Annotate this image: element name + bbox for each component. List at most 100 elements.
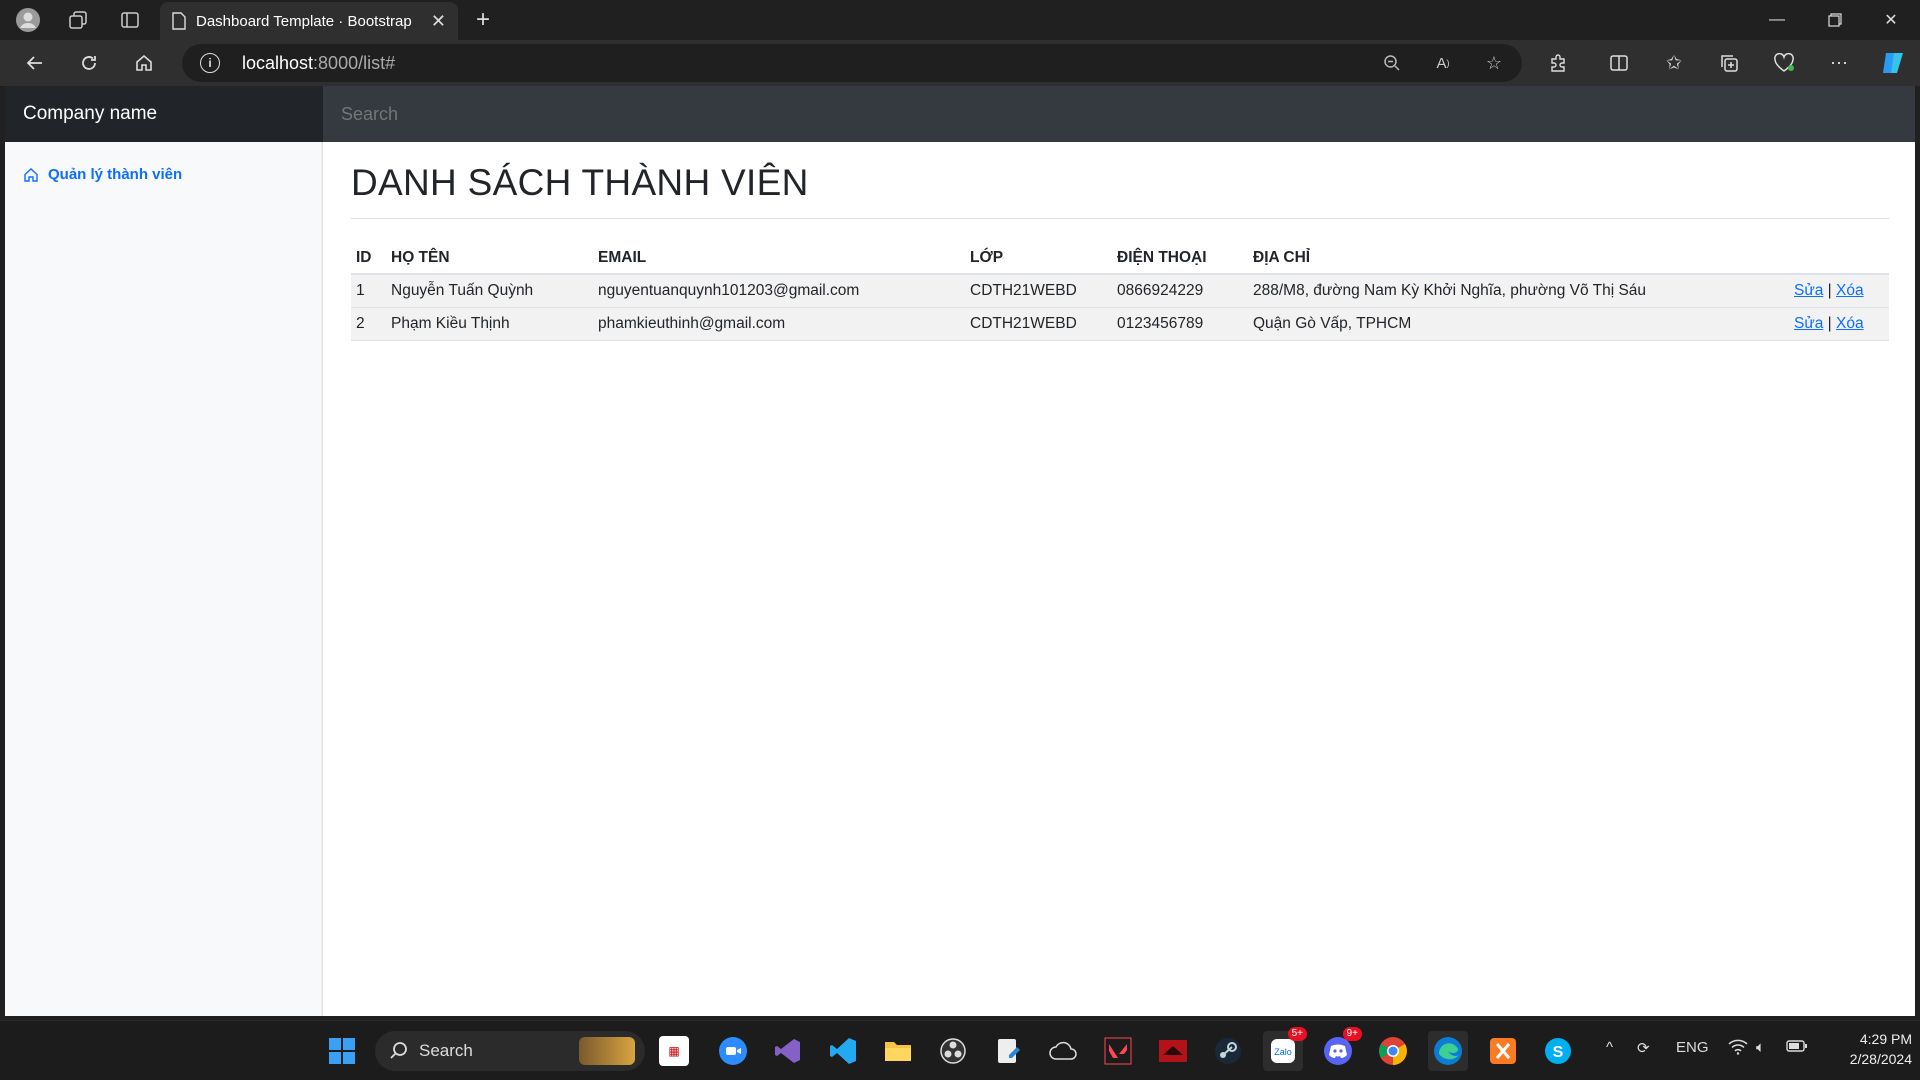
favorites-icon[interactable]: ✩ (1657, 48, 1691, 78)
vertical-tabs-icon[interactable] (112, 6, 148, 34)
more-options-icon[interactable]: ⋯ (1822, 48, 1856, 78)
favorite-star-icon[interactable]: ☆ (1479, 48, 1509, 78)
cell-name: Phạm Kiều Thịnh (386, 307, 593, 341)
home-icon[interactable] (127, 48, 161, 78)
minimize-button[interactable]: — (1748, 0, 1806, 40)
cell-id: 2 (351, 307, 386, 341)
delete-link[interactable]: Xóa (1836, 282, 1864, 299)
taskbar-search[interactable]: Search (375, 1031, 645, 1071)
windows-start-icon[interactable] (322, 1031, 362, 1071)
sidebar-item-label: Quản lý thành viên (48, 166, 183, 183)
cell-actions: Sửa | Xóa (1789, 307, 1889, 341)
cloud-app-icon[interactable] (1043, 1031, 1083, 1071)
copilot-icon[interactable] (1876, 48, 1910, 78)
cell-class: CDTH21WEBD (965, 274, 1112, 308)
cell-address: 288/M8, đường Nam Kỳ Khởi Nghĩa, phường … (1248, 274, 1789, 308)
close-window-button[interactable]: ✕ (1862, 0, 1920, 40)
chrome-icon[interactable] (1373, 1031, 1413, 1071)
table-header-row: ID HỌ TÊN EMAIL LỚP ĐIỆN THOẠI ĐỊA CHỈ (351, 243, 1889, 275)
refresh-icon[interactable] (72, 48, 106, 78)
calendar-app-icon[interactable]: ▦ (659, 1036, 689, 1066)
discord-notification-badge: 9+ (1342, 1027, 1362, 1041)
svg-text:Zalo: Zalo (1274, 1047, 1292, 1057)
zalo-notification-badge: 5+ (1287, 1027, 1307, 1041)
split-screen-icon[interactable] (1602, 48, 1636, 78)
back-icon[interactable] (18, 48, 52, 78)
clock-time: 4:29 PM (1859, 1031, 1912, 1047)
cell-class: CDTH21WEBD (965, 307, 1112, 341)
obs-icon[interactable] (933, 1031, 973, 1071)
header-name: HỌ TÊN (386, 243, 593, 275)
top-navbar: Company name (5, 86, 1915, 142)
skype-icon[interactable]: S (1538, 1031, 1578, 1071)
extensions-icon[interactable] (1541, 48, 1575, 78)
restore-button[interactable] (1806, 0, 1864, 40)
svg-text:S: S (1553, 1044, 1564, 1061)
edge-icon[interactable] (1428, 1031, 1468, 1071)
page-title: DANH SÁCH THÀNH VIÊN (351, 162, 809, 203)
new-tab-button[interactable]: + (468, 6, 498, 34)
address-bar[interactable]: i localhost:8000/list# A) ☆ (182, 44, 1522, 82)
zoom-app-icon[interactable] (713, 1031, 753, 1071)
divider (351, 218, 1889, 219)
url-text[interactable]: localhost:8000/list# (242, 53, 395, 74)
page-viewport: Company name Quản lý thành viên DANH SÁC… (5, 86, 1915, 1016)
game-app-icon[interactable] (1153, 1031, 1193, 1071)
profile-icon[interactable] (10, 6, 46, 34)
show-hidden-icons-chevron-icon[interactable]: ^ (1606, 1039, 1613, 1056)
file-explorer-icon[interactable] (878, 1031, 918, 1071)
sidebar-item-member-management[interactable]: Quản lý thành viên (23, 166, 182, 183)
table-row: 1 Nguyễn Tuấn Quỳnh nguyentuanquynh10120… (351, 274, 1889, 308)
battery-icon[interactable] (1786, 1039, 1808, 1057)
sidebar: Quản lý thành viên (5, 142, 323, 1016)
header-phone: ĐIỆN THOẠI (1112, 243, 1248, 275)
workspaces-icon[interactable] (60, 6, 96, 34)
clock[interactable]: 4:29 PM 2/28/2024 (1826, 1029, 1912, 1069)
action-separator: | (1827, 282, 1832, 299)
header-actions (1789, 243, 1889, 275)
collections-icon[interactable] (1712, 48, 1746, 78)
browser-titlebar: Dashboard Template · Bootstrap ✕ + — ✕ (0, 0, 1920, 40)
read-aloud-icon[interactable]: A) (1428, 48, 1458, 78)
sync-icon[interactable]: ⟳ (1637, 1039, 1650, 1057)
close-tab-icon[interactable]: ✕ (431, 11, 446, 32)
search-highlight-image (579, 1037, 635, 1065)
wifi-icon[interactable] (1728, 1039, 1748, 1059)
search-input[interactable] (323, 86, 1915, 142)
cell-email: nguyentuanquynh101203@gmail.com (593, 274, 965, 308)
tab-dashboard[interactable]: Dashboard Template · Bootstrap ✕ (160, 2, 458, 40)
site-info-icon[interactable]: i (200, 53, 220, 73)
cell-actions: Sửa | Xóa (1789, 274, 1889, 308)
discord-icon[interactable]: 9+ (1318, 1027, 1362, 1071)
zoom-out-icon[interactable] (1377, 48, 1407, 78)
header-class: LỚP (965, 243, 1112, 275)
tab-title: Dashboard Template · Bootstrap (196, 12, 412, 30)
cell-email: phamkieuthinh@gmail.com (593, 307, 965, 341)
steam-icon[interactable] (1208, 1031, 1248, 1071)
edit-link[interactable]: Sửa (1794, 282, 1823, 299)
xampp-icon[interactable] (1483, 1031, 1523, 1071)
header-address: ĐỊA CHỈ (1248, 243, 1789, 275)
zalo-icon[interactable]: Zalo 5+ (1263, 1027, 1307, 1071)
taskbar-search-label: Search (419, 1041, 473, 1060)
cell-phone: 0866924229 (1112, 274, 1248, 308)
taskbar: Search ▦ Zalo 5+ 9+ S ^ ⟳ ENG 🔈︎ 4:29 PM… (0, 1020, 1920, 1080)
cell-address: Quận Gò Vấp, TPHCM (1248, 307, 1789, 341)
valorant-icon[interactable] (1098, 1031, 1138, 1071)
browser-essentials-icon[interactable] (1767, 48, 1801, 78)
visual-studio-icon[interactable] (768, 1031, 808, 1071)
vscode-icon[interactable] (823, 1031, 863, 1071)
header-id: ID (351, 243, 386, 275)
cell-name: Nguyễn Tuấn Quỳnh (386, 274, 593, 308)
members-table: ID HỌ TÊN EMAIL LỚP ĐIỆN THOẠI ĐỊA CHỈ 1… (351, 243, 1889, 341)
delete-link[interactable]: Xóa (1836, 315, 1864, 332)
brand-name[interactable]: Company name (5, 86, 323, 142)
volume-icon[interactable]: 🔈︎ (1756, 1039, 1765, 1056)
notepad-app-icon[interactable] (988, 1031, 1028, 1071)
edit-link[interactable]: Sửa (1794, 315, 1823, 332)
cell-phone: 0123456789 (1112, 307, 1248, 341)
search-icon (390, 1042, 407, 1059)
page-icon (172, 12, 186, 30)
language-indicator[interactable]: ENG (1676, 1039, 1709, 1056)
header-email: EMAIL (593, 243, 965, 275)
